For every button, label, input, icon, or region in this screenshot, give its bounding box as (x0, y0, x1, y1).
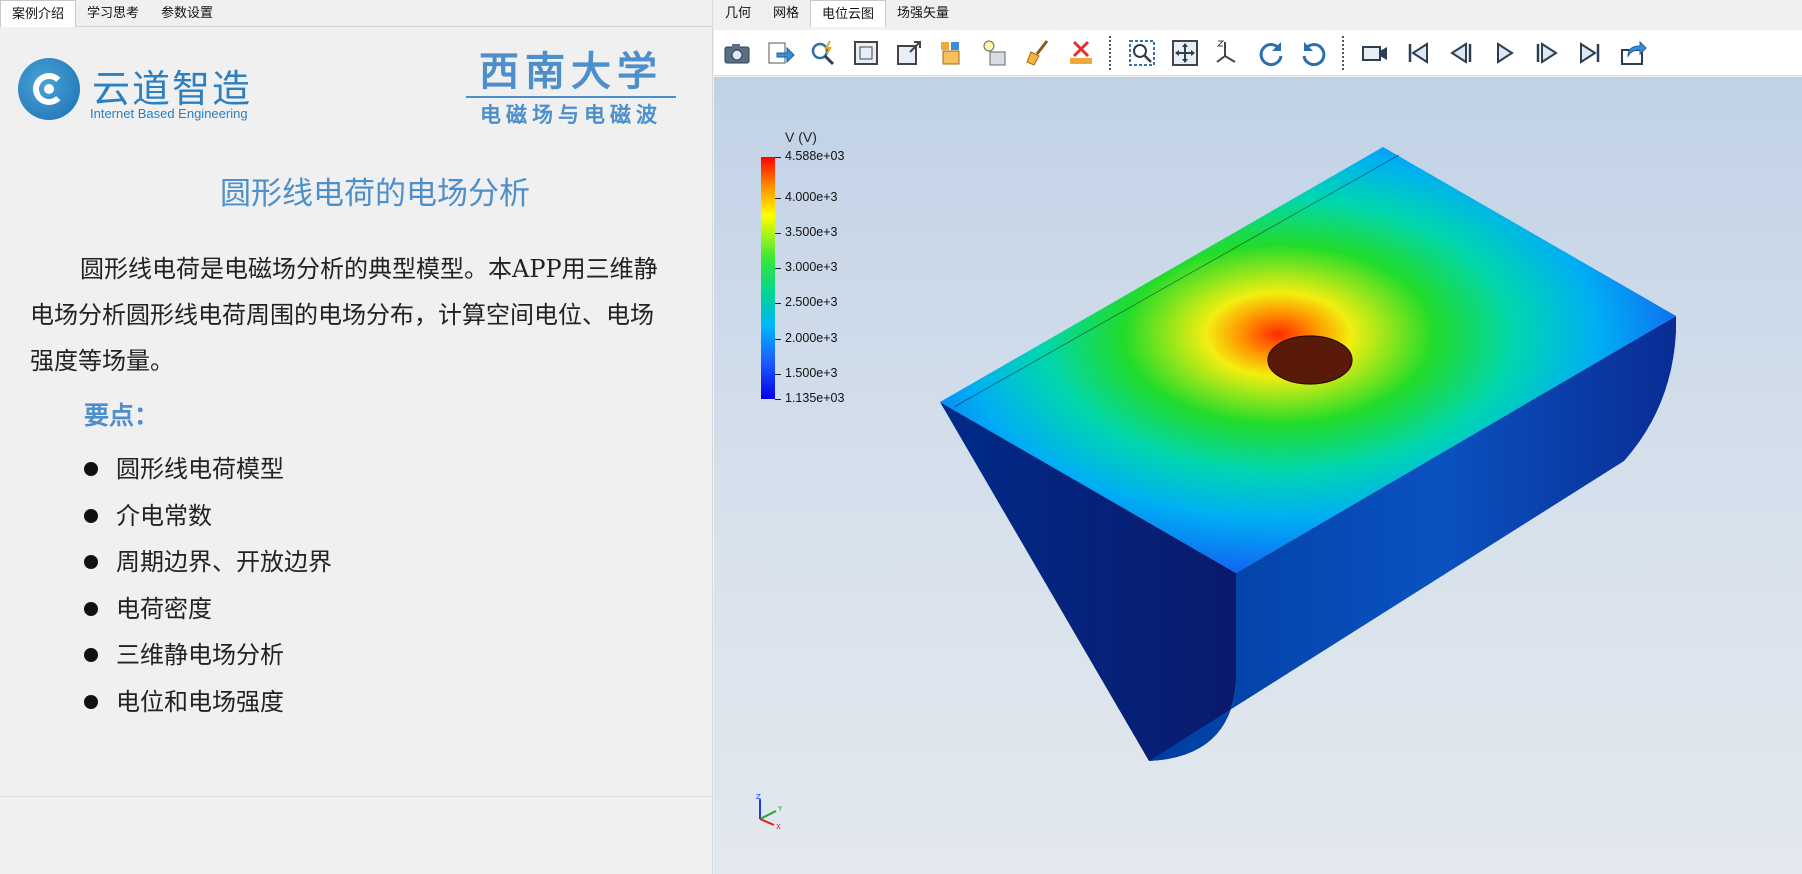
colorbar-tick (775, 339, 781, 340)
colorbar-label: 2.500e+3 (785, 295, 838, 309)
potential-contour-model (940, 147, 1676, 761)
tab-parameters[interactable]: 参数设置 (150, 0, 224, 26)
right-panel: 几何 网格 电位云图 场强矢量 V (V) 4.588e+03 4.000e+3… (714, 0, 1802, 874)
orientation-axes-icon: Z Y X (756, 793, 783, 831)
tab-geometry[interactable]: 几何 (714, 0, 762, 26)
colorbar-tick (775, 198, 781, 199)
rotate-ccw-icon[interactable] (1295, 37, 1333, 69)
tab-case-intro[interactable]: 案例介绍 (0, 0, 77, 27)
bullet-icon (84, 648, 98, 663)
points-list: 圆形线电荷模型 介电常数 周期边界、开放边界 电荷密度 三维静电场分析 电位和电… (84, 446, 332, 725)
list-item: 电位和电场强度 (84, 679, 332, 726)
tab-potential-contour[interactable]: 电位云图 (810, 0, 887, 27)
points-heading: 要点： (84, 401, 160, 430)
colorbar (761, 157, 775, 399)
colorbar-label: 3.500e+3 (785, 225, 838, 239)
colorbar-label: 1.500e+3 (785, 366, 838, 380)
play-icon[interactable] (1485, 37, 1523, 69)
colorbar-tick (775, 374, 781, 375)
left-panel: 案例介绍 学习思考 参数设置 云道智造 Internet Based Engin… (0, 0, 713, 874)
prev-frame-icon[interactable] (1442, 37, 1480, 69)
bullet-icon (84, 508, 98, 523)
colorbar-label: 4.588e+03 (785, 149, 845, 163)
toolbar (714, 30, 1802, 76)
tab-study[interactable]: 学习思考 (76, 0, 150, 26)
colorbar-tick (775, 399, 781, 400)
delete-icon[interactable] (1062, 37, 1100, 69)
list-item: 三维静电场分析 (84, 632, 332, 679)
left-tab-bar: 案例介绍 学习思考 参数设置 (0, 0, 712, 27)
pan-icon[interactable] (1166, 37, 1204, 69)
light-icon[interactable] (976, 37, 1014, 69)
colorbar-tick (775, 268, 781, 269)
list-item: 电荷密度 (84, 586, 332, 633)
intro-paragraph: 圆形线电荷是电磁场分析的典型模型。本APP用三维静电场分析圆形线电荷周围的电场分… (30, 255, 658, 375)
right-tab-bar: 几何 网格 电位云图 场强矢量 (714, 0, 1802, 27)
swu-logo: 西南大学 电磁场与电磁波 (466, 48, 676, 138)
swu-logo-course: 电磁场与电磁波 (480, 102, 662, 127)
colorbar-tick (775, 303, 781, 304)
yundao-logo: 云道智造 Internet Based Engineering (18, 46, 298, 126)
next-frame-icon[interactable] (1528, 37, 1566, 69)
colorbar-label: 3.000e+3 (785, 260, 838, 274)
camera-icon[interactable] (718, 37, 756, 69)
last-frame-icon[interactable] (1571, 37, 1609, 69)
colorbar-tick (775, 157, 781, 158)
export-icon[interactable] (761, 37, 799, 69)
charge-ring-hole (1267, 335, 1353, 385)
tab-mesh[interactable]: 网格 (762, 0, 810, 26)
clean-icon[interactable] (1019, 37, 1057, 69)
page-title: 圆形线电荷的电场分析 (220, 176, 530, 212)
select-zoom-icon[interactable] (1123, 37, 1161, 69)
fit-icon[interactable] (847, 37, 885, 69)
show-parts-icon[interactable] (933, 37, 971, 69)
bullet-icon (84, 462, 98, 477)
probe-icon[interactable] (804, 37, 842, 69)
list-item: 介电常数 (84, 493, 332, 540)
tab-field-vector[interactable]: 场强矢量 (886, 0, 960, 26)
divider (0, 796, 712, 797)
yundao-logo-icon (18, 58, 80, 120)
toolbar-separator (1109, 35, 1113, 70)
axis-y-label: Y (777, 805, 783, 813)
colorbar-tick (775, 233, 781, 234)
list-item: 圆形线电荷模型 (84, 446, 332, 493)
share-icon[interactable] (1614, 37, 1652, 69)
video-icon[interactable] (1356, 37, 1394, 69)
zoom-box-icon[interactable] (890, 37, 928, 69)
colorbar-label: 2.000e+3 (785, 331, 838, 345)
first-frame-icon[interactable] (1399, 37, 1437, 69)
toolbar-separator (1342, 35, 1346, 70)
bullet-icon (84, 601, 98, 616)
yundao-logo-cn: 云道智造 (92, 67, 253, 111)
bullet-icon (84, 694, 98, 709)
bullet-icon (84, 555, 98, 570)
colorbar-title: V (V) (785, 129, 817, 145)
swu-logo-name: 西南大学 (466, 48, 676, 98)
yundao-logo-en: Internet Based Engineering (90, 106, 248, 121)
axis-z-label: Z (756, 793, 761, 801)
3d-viewport[interactable]: V (V) 4.588e+03 4.000e+3 3.500e+3 3.000e… (714, 77, 1802, 874)
colorbar-label: 4.000e+3 (785, 190, 838, 204)
list-item: 周期边界、开放边界 (84, 539, 332, 586)
rotate-cw-icon[interactable] (1252, 37, 1290, 69)
axes-icon[interactable] (1209, 37, 1247, 69)
axis-x-label: X (776, 823, 781, 831)
colorbar-label: 1.135e+03 (785, 391, 845, 405)
